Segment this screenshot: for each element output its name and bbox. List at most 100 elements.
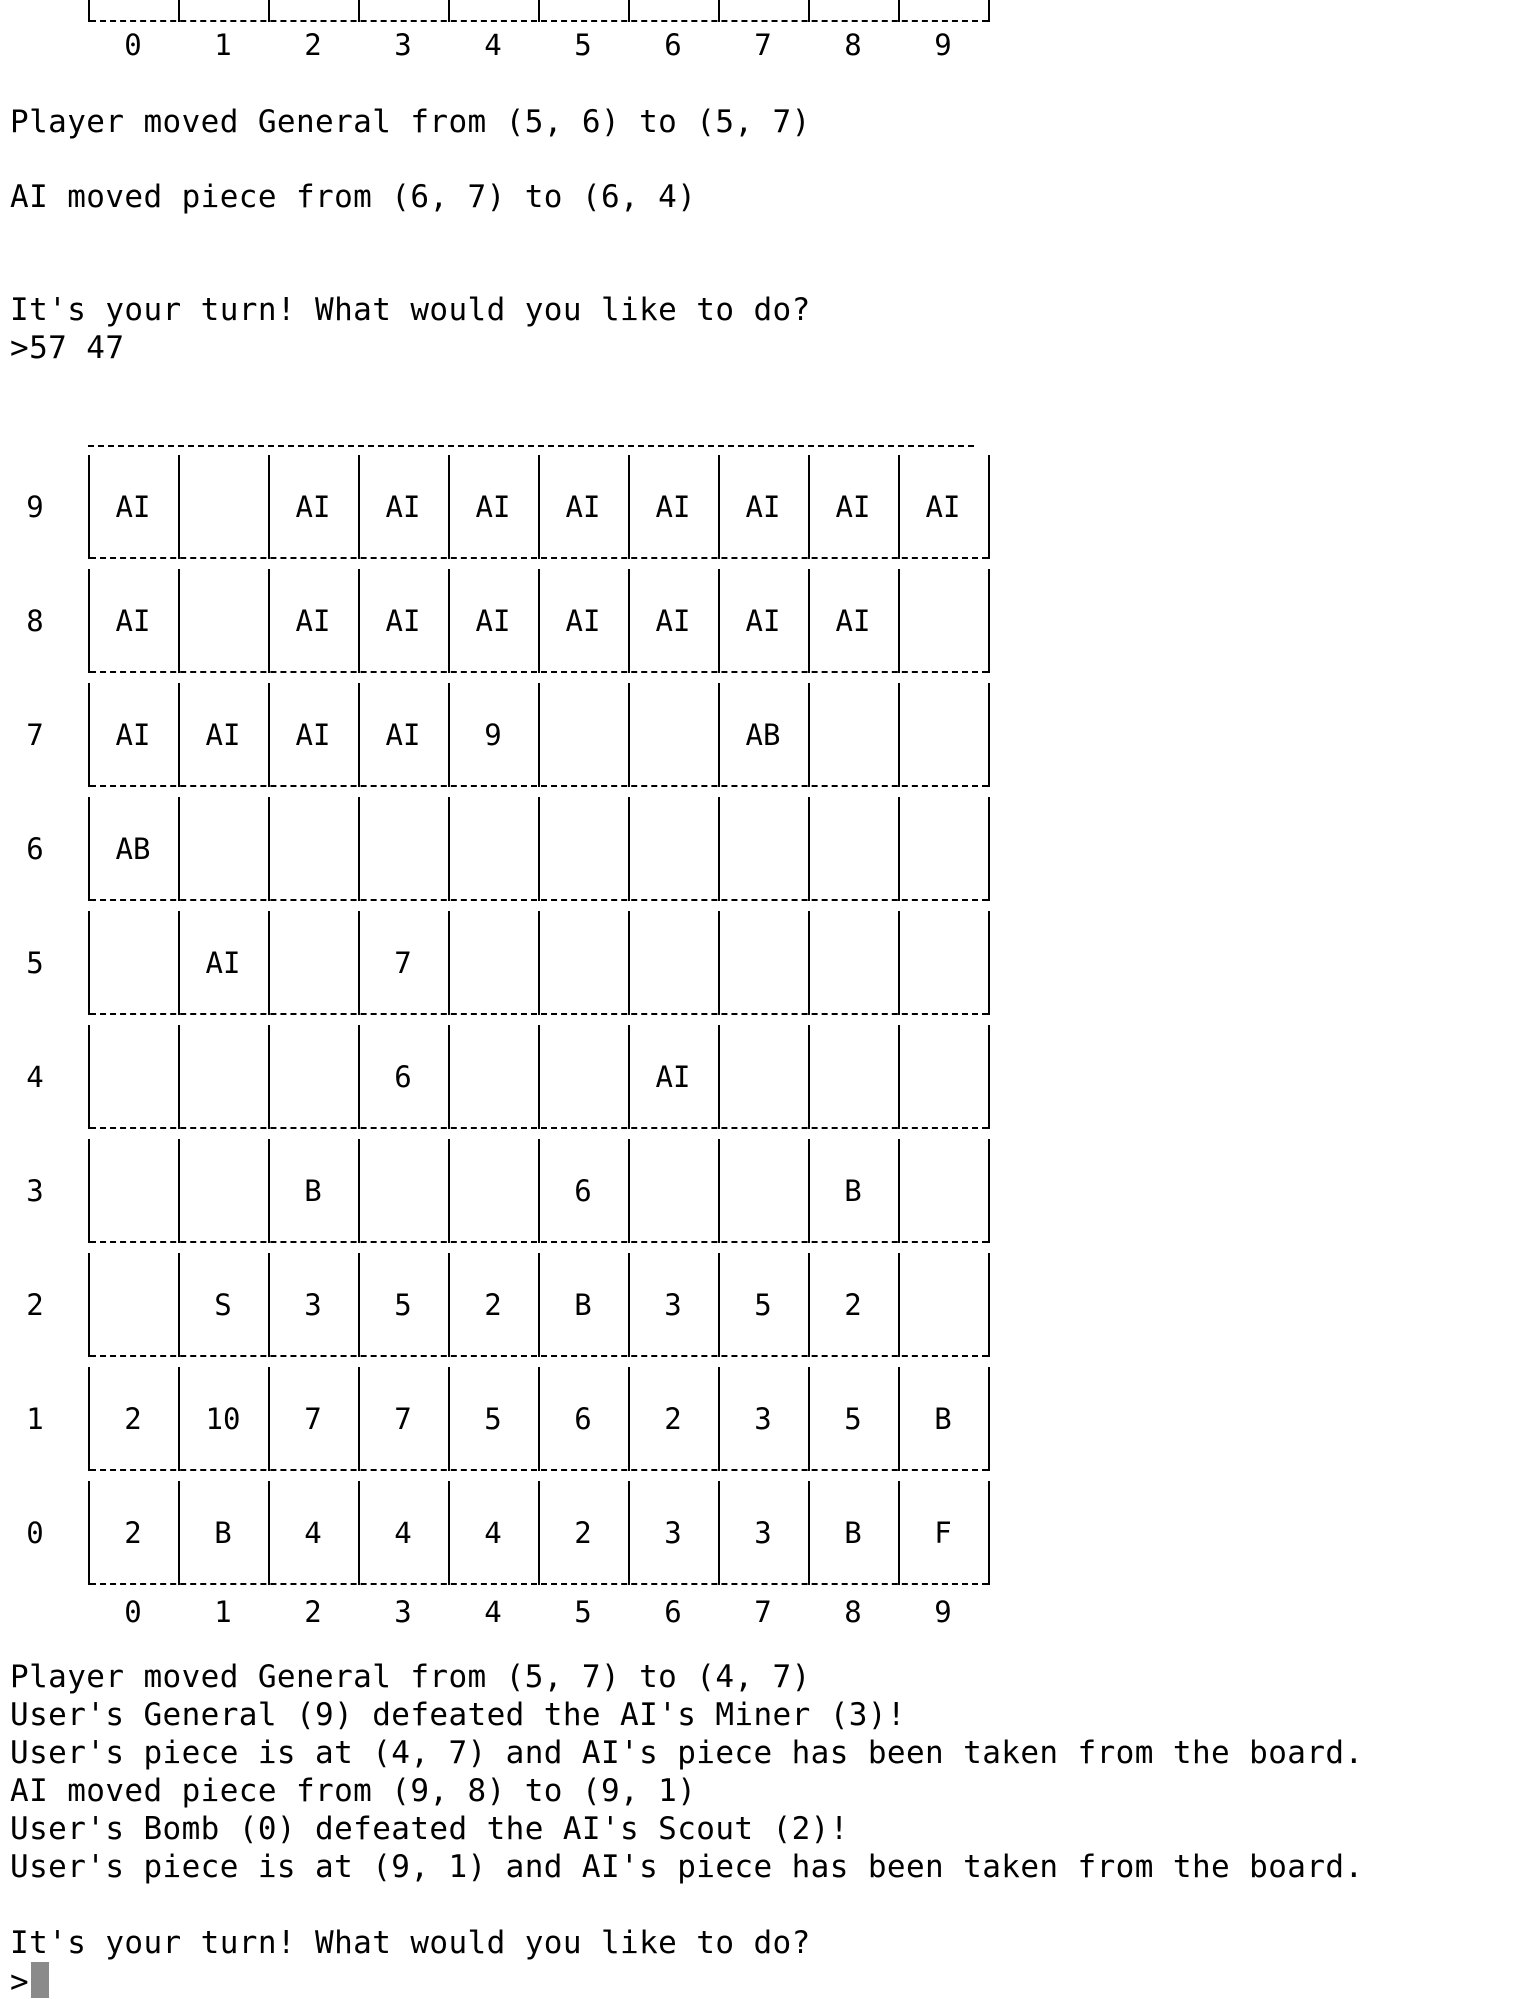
- board-row-border: [90, 1013, 988, 1015]
- log-line: AI moved piece from (9, 8) to (9, 1): [10, 1773, 697, 1809]
- board-cell-divider: [808, 683, 810, 787]
- board-cell: AI: [295, 604, 331, 638]
- column-label: 7: [754, 28, 772, 62]
- board-cell-divider: [988, 1367, 990, 1471]
- row-label: 0: [26, 1516, 44, 1550]
- board-cell-divider: [808, 1025, 810, 1129]
- board-cell-divider: [898, 569, 900, 673]
- row-label: 3: [26, 1174, 44, 1208]
- board-cell: AI: [115, 604, 151, 638]
- log-line: AI moved piece from (6, 7) to (6, 4): [10, 179, 697, 215]
- board-cell-divider: [898, 1253, 900, 1357]
- board-cell: 6: [574, 1402, 592, 1436]
- board-cell: AI: [115, 718, 151, 752]
- board-cell: 4: [394, 1516, 412, 1550]
- board-cell: AI: [835, 604, 871, 638]
- board-cell: 2: [844, 1288, 862, 1322]
- board-cell-divider: [88, 911, 90, 1015]
- board-cell: 6: [394, 1060, 412, 1094]
- board-cell: AI: [385, 490, 421, 524]
- board-cell-divider: [88, 1139, 90, 1243]
- board-cell: 2: [124, 1402, 142, 1436]
- board-cell: B: [844, 1516, 862, 1550]
- board-cell-divider: [988, 0, 990, 22]
- board-cell: B: [574, 1288, 592, 1322]
- board-row-border: [90, 1241, 988, 1243]
- board-cell: 2: [664, 1402, 682, 1436]
- row-label: 2: [26, 1288, 44, 1322]
- column-label: 9: [934, 28, 952, 62]
- prompt-question: It's your turn! What would you like to d…: [10, 292, 811, 328]
- board-cell-divider: [448, 911, 450, 1015]
- board-cell-divider: [448, 0, 450, 22]
- board-cell: 3: [664, 1288, 682, 1322]
- board-cell-divider: [898, 683, 900, 787]
- board-cell: AI: [745, 490, 781, 524]
- column-label: 8: [844, 1595, 862, 1629]
- log-line: User's General (9) defeated the AI's Min…: [10, 1697, 906, 1733]
- terminal-window[interactable]: 0 1 2 3 4 5 6 7 8 9 Player moved General from (5,…: [0, 0, 1526, 2010]
- row-label: 5: [26, 946, 44, 980]
- board-cell-divider: [268, 797, 270, 901]
- board-row-border: [90, 1469, 988, 1471]
- board-cell: AI: [655, 490, 691, 524]
- board-cell: 3: [754, 1516, 772, 1550]
- board-cell: AI: [835, 490, 871, 524]
- board-cell-divider: [808, 911, 810, 1015]
- board-row-border: [90, 785, 988, 787]
- board-row-border: [90, 1355, 988, 1357]
- board-cell-divider: [538, 797, 540, 901]
- column-label: 0: [124, 28, 142, 62]
- board-cell: 2: [124, 1516, 142, 1550]
- board-cell: AI: [205, 946, 241, 980]
- board-cell: 5: [754, 1288, 772, 1322]
- column-label: 3: [394, 28, 412, 62]
- board-cell: AI: [475, 490, 511, 524]
- board-cell: AI: [655, 1060, 691, 1094]
- board-cell-divider: [898, 911, 900, 1015]
- board-row-border: [90, 20, 988, 22]
- board-row-border: [90, 899, 988, 901]
- column-label: 2: [304, 1595, 322, 1629]
- board-cell-divider: [628, 911, 630, 1015]
- board-cell-divider: [718, 1139, 720, 1243]
- column-label: 0: [124, 1595, 142, 1629]
- board-cell: AI: [655, 604, 691, 638]
- board-row-border: [90, 1127, 988, 1129]
- row-label: 4: [26, 1060, 44, 1094]
- board-cell-divider: [448, 1025, 450, 1129]
- board-cell: 5: [394, 1288, 412, 1322]
- column-label: 4: [484, 1595, 502, 1629]
- board-cell-divider: [718, 797, 720, 901]
- board-cell-divider: [628, 797, 630, 901]
- column-label: 3: [394, 1595, 412, 1629]
- column-label: 1: [214, 1595, 232, 1629]
- board-cell-divider: [448, 1139, 450, 1243]
- board-cell: 4: [484, 1516, 502, 1550]
- log-line: User's Bomb (0) defeated the AI's Scout …: [10, 1811, 849, 1847]
- board-cell: AI: [385, 604, 421, 638]
- board-cell: 7: [394, 1402, 412, 1436]
- board-cell: 7: [394, 946, 412, 980]
- board-cell-divider: [988, 1253, 990, 1357]
- row-label: 1: [26, 1402, 44, 1436]
- board-cell-divider: [358, 1139, 360, 1243]
- log-line: Player moved General from (5, 6) to (5, …: [10, 104, 811, 140]
- board-row-border: [90, 557, 988, 559]
- log-line: User's piece is at (9, 1) and AI's piece…: [10, 1849, 1364, 1885]
- board-cell-divider: [358, 797, 360, 901]
- column-label: 6: [664, 28, 682, 62]
- board-cell: F: [934, 1516, 952, 1550]
- board-cell-divider: [178, 1139, 180, 1243]
- board-cell-divider: [88, 1025, 90, 1129]
- board-cell: 5: [844, 1402, 862, 1436]
- command-input[interactable]: >: [10, 1962, 50, 2001]
- prompt-symbol: >: [10, 1964, 30, 2000]
- board-cell: AI: [205, 718, 241, 752]
- board-cell-divider: [898, 1139, 900, 1243]
- board-cell-divider: [178, 569, 180, 673]
- column-label: 7: [754, 1595, 772, 1629]
- column-label: 8: [844, 28, 862, 62]
- board-cell-divider: [718, 1025, 720, 1129]
- board-cell-divider: [988, 797, 990, 901]
